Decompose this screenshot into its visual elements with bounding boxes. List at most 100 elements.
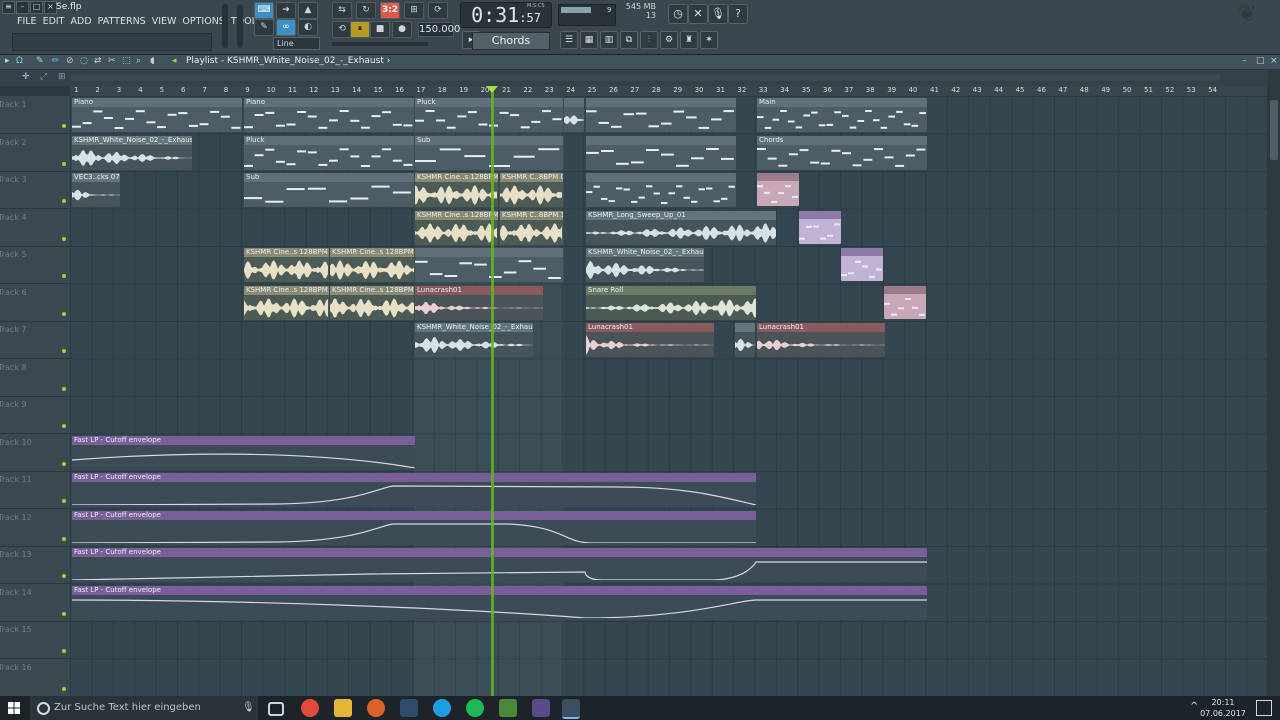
- track-header[interactable]: Track 7: [0, 321, 70, 359]
- automation-clip[interactable]: Fast LP - Cutoff envelope: [72, 473, 756, 507]
- playback-icon[interactable]: ◖: [150, 56, 155, 66]
- automation-clip[interactable]: Fast LP - Cutoff envelope: [72, 510, 756, 545]
- track-enable-led[interactable]: [62, 161, 66, 166]
- audio-clip[interactable]: KSHMR_Long_Sweep_Up_01: [586, 210, 776, 245]
- track-header[interactable]: Track 14: [0, 584, 70, 622]
- menu-view[interactable]: VIEW: [149, 16, 180, 27]
- track-header[interactable]: Track 13: [0, 546, 70, 584]
- microphone-icon[interactable]: 🎙: [242, 702, 255, 713]
- pattern-clip[interactable]: Pluck: [415, 98, 563, 132]
- app-icon-green[interactable]: [499, 699, 517, 717]
- app-icon-purple[interactable]: [532, 699, 550, 717]
- automation-clip[interactable]: Fast LP - Cutoff envelope: [72, 435, 415, 470]
- slip-icon[interactable]: ⇄: [94, 56, 102, 66]
- audio-clip[interactable]: [735, 323, 755, 357]
- track-enable-led[interactable]: [62, 499, 66, 503]
- track-enable-led[interactable]: [62, 311, 66, 316]
- track-header[interactable]: Track 8: [0, 359, 70, 397]
- track-header[interactable]: Track 6: [0, 284, 70, 322]
- audio-clip[interactable]: KSHMR Cine..s 128BPM 16: [244, 285, 329, 320]
- loop-record-icon[interactable]: ⟲: [332, 21, 352, 38]
- menu-button[interactable]: ≡: [2, 1, 15, 14]
- fl-studio-taskbar-icon[interactable]: [562, 699, 580, 719]
- pattern-clip[interactable]: [884, 285, 926, 319]
- vertical-scrollbar[interactable]: [1268, 70, 1280, 696]
- track-header[interactable]: Track 12: [0, 509, 70, 547]
- horizontal-scrollbar[interactable]: [70, 74, 1220, 81]
- track-header[interactable]: Track 9: [0, 396, 70, 434]
- pattern-clip[interactable]: Main: [757, 98, 927, 132]
- paint-icon[interactable]: ✏: [52, 56, 60, 66]
- automation-clip[interactable]: Fast LP - Cutoff envelope: [72, 548, 927, 582]
- plugin-browser-icon[interactable]: ⧉: [620, 31, 638, 49]
- step-edit-icon[interactable]: ➜: [276, 2, 296, 19]
- taskbar-clock[interactable]: 20:11 07.06.2017: [1200, 697, 1246, 719]
- scrollbar-thumb[interactable]: [1270, 100, 1278, 160]
- record-options-icon[interactable]: ⊞: [404, 2, 424, 19]
- track-header[interactable]: Track 16: [0, 659, 70, 697]
- chrome-icon[interactable]: [301, 699, 319, 717]
- pattern-clip[interactable]: [586, 173, 736, 207]
- audio-clip[interactable]: Lunacrash01: [757, 323, 885, 357]
- plugin-picker-icon[interactable]: ⚙: [660, 31, 678, 49]
- task-view-icon[interactable]: [268, 702, 284, 716]
- pattern-clip[interactable]: Piano: [244, 98, 414, 132]
- pause-button[interactable]: ⏸: [350, 21, 370, 38]
- track-enable-led[interactable]: [62, 386, 66, 391]
- link-icon[interactable]: ∞: [276, 19, 296, 36]
- channel-rack-icon[interactable]: ▥: [600, 31, 618, 49]
- menu-edit[interactable]: EDIT: [40, 16, 68, 27]
- audio-clip[interactable]: KSHMR Cine..s 128BPM 07: [330, 248, 414, 282]
- plugin-tools-icon[interactable]: ✕: [688, 4, 708, 24]
- playlist-menu-icon[interactable]: ▸: [5, 56, 10, 66]
- audio-clip[interactable]: VEC3..cks 07: [72, 173, 120, 207]
- track-enable-led[interactable]: [62, 274, 66, 278]
- track-header[interactable]: Track 15: [0, 621, 70, 659]
- mixer-icon[interactable]: ⫶: [640, 31, 658, 49]
- tuner-icon[interactable]: ♜: [680, 31, 698, 49]
- pattern-clip[interactable]: Sub: [415, 135, 563, 170]
- track-enable-led[interactable]: [62, 424, 66, 428]
- skype-icon[interactable]: [433, 699, 451, 717]
- audio-clip[interactable]: KSHMR Cine..s 128BPM 07: [415, 173, 498, 207]
- grid-icon[interactable]: ⊞: [58, 72, 66, 82]
- clock-icon[interactable]: ◷: [668, 4, 688, 24]
- pattern-clip[interactable]: Sub: [244, 173, 414, 207]
- explorer-icon[interactable]: [334, 699, 352, 717]
- pattern-clip[interactable]: [586, 135, 736, 170]
- pattern-icon[interactable]: ◂: [172, 56, 177, 66]
- countdown-icon[interactable]: ⟳: [428, 2, 448, 19]
- song-mode-indicator[interactable]: 3:2: [380, 2, 400, 19]
- close-playlist-icon[interactable]: ×: [1270, 56, 1278, 66]
- track-enable-led[interactable]: [62, 461, 66, 466]
- track-enable-led[interactable]: [62, 349, 66, 353]
- menu-file[interactable]: FILE: [14, 16, 40, 27]
- notifications-icon[interactable]: [1256, 700, 1272, 716]
- tempo-display[interactable]: 150.000: [418, 22, 460, 37]
- track-enable-led[interactable]: [62, 199, 66, 203]
- audio-clip[interactable]: Lunacrash01: [586, 323, 714, 357]
- pattern-mode-icon[interactable]: ⇆: [332, 2, 352, 19]
- menu-add[interactable]: ADD: [68, 16, 95, 27]
- track-enable-led[interactable]: [62, 686, 66, 691]
- audio-clip[interactable]: Snare Roll: [586, 285, 756, 320]
- typing-keyboard-icon[interactable]: ⌨: [254, 2, 274, 19]
- help-icon[interactable]: ?: [728, 4, 748, 24]
- pattern-clip[interactable]: [799, 210, 841, 244]
- pattern-clip[interactable]: [415, 248, 563, 282]
- toolbox-icon[interactable]: ✶: [700, 31, 718, 49]
- pattern-clip[interactable]: Chords: [757, 135, 927, 170]
- snap-select[interactable]: Line: [273, 37, 320, 50]
- spotify-icon[interactable]: [466, 699, 484, 717]
- master-pitch-slider[interactable]: [237, 4, 243, 48]
- track-enable-led[interactable]: [62, 649, 66, 653]
- playhead-marker[interactable]: [486, 86, 498, 93]
- track-header[interactable]: Track 3: [0, 171, 70, 209]
- track-header[interactable]: Track 5: [0, 246, 70, 284]
- draw-icon[interactable]: ✎: [36, 56, 44, 66]
- restore-playlist-icon[interactable]: □: [1256, 56, 1265, 66]
- steam-icon[interactable]: [400, 699, 418, 717]
- mute-icon[interactable]: ◌: [80, 56, 88, 66]
- magnet-icon[interactable]: Ω: [16, 56, 23, 66]
- automation-clip[interactable]: Fast LP - Cutoff envelope: [72, 585, 927, 620]
